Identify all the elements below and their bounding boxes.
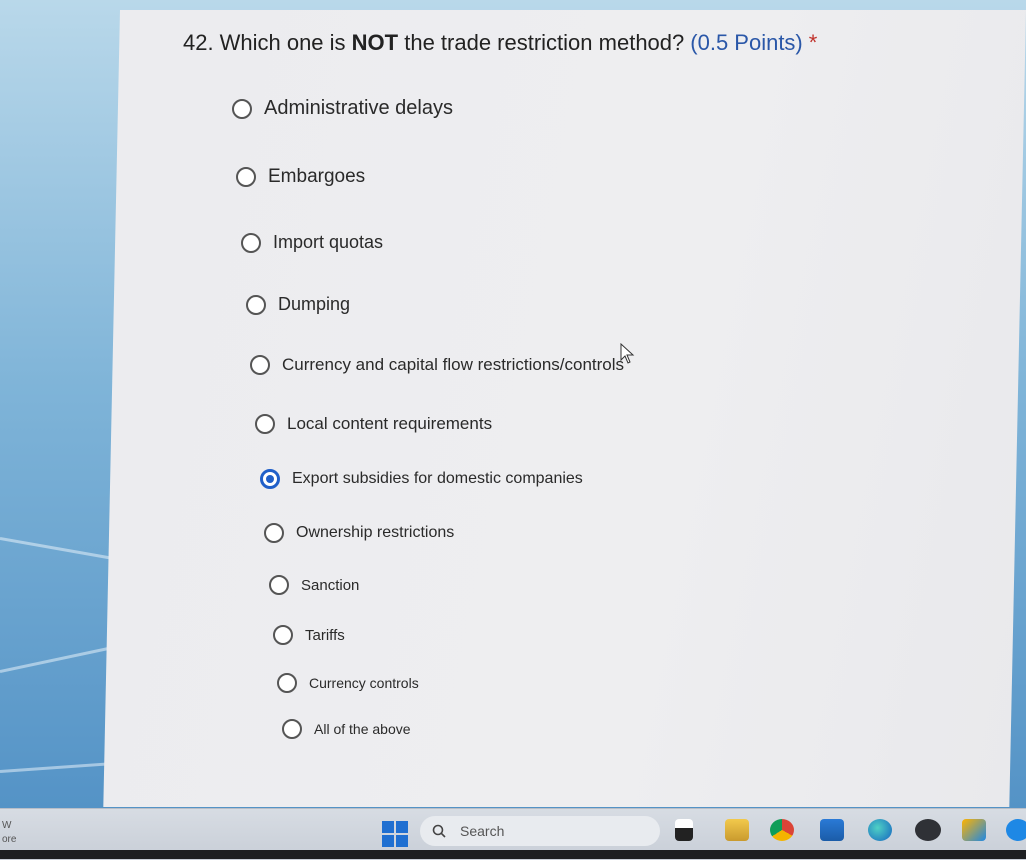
edge-text-bottom: ore xyxy=(2,834,17,845)
option-label: Dumping xyxy=(278,294,351,314)
option-ownership-restrictions[interactable]: Ownership restrictions xyxy=(264,523,454,543)
option-dumping[interactable]: Dumping xyxy=(246,294,350,315)
windows-logo-icon xyxy=(396,821,408,833)
windows-logo-icon xyxy=(382,821,394,833)
edge-icon[interactable] xyxy=(868,819,892,841)
app-icon[interactable] xyxy=(962,819,986,841)
radio-button[interactable] xyxy=(232,98,252,119)
option-import-quotas[interactable]: Import quotas xyxy=(241,232,383,253)
option-currency-capital-flow[interactable]: Currency and capital flow restrictions/c… xyxy=(250,355,624,375)
radio-button[interactable] xyxy=(236,167,256,187)
radio-button[interactable] xyxy=(255,414,275,434)
question-text-before: Which one is xyxy=(219,30,352,55)
option-all-of-the-above[interactable]: All of the above xyxy=(282,719,411,739)
question-emphasis: NOT xyxy=(351,30,399,55)
option-label: Currency and capital flow restrictions/c… xyxy=(282,355,625,374)
option-label: Export subsidies for domestic companies xyxy=(292,470,583,487)
file-explorer-icon[interactable] xyxy=(675,819,693,841)
option-label: Local content requirements xyxy=(287,414,493,433)
option-label: Sanction xyxy=(301,576,360,594)
option-administrative-delays[interactable]: Administrative delays xyxy=(232,97,453,120)
option-label: Administrative delays xyxy=(264,97,453,119)
radio-button-selected[interactable] xyxy=(260,469,280,489)
app-icon-2[interactable] xyxy=(1006,819,1026,841)
search-icon xyxy=(432,824,446,838)
radio-button[interactable] xyxy=(277,673,297,693)
edge-text-top: W xyxy=(2,820,12,831)
option-label: Import quotas xyxy=(273,232,384,252)
question-number: 42. xyxy=(183,30,214,55)
radio-button[interactable] xyxy=(264,523,284,543)
windows-logo-icon xyxy=(382,835,394,847)
start-button[interactable] xyxy=(382,821,408,847)
search-label: Search xyxy=(460,823,505,839)
option-label: Currency controls xyxy=(309,675,419,691)
mouse-cursor-icon xyxy=(620,343,635,364)
dell-icon[interactable] xyxy=(915,819,941,841)
radio-button[interactable] xyxy=(246,294,266,315)
option-embargoes[interactable]: Embargoes xyxy=(236,166,365,188)
option-tariffs[interactable]: Tariffs xyxy=(273,625,345,645)
option-export-subsidies[interactable]: Export subsidies for domestic companies xyxy=(260,469,583,489)
folder-icon[interactable] xyxy=(725,819,749,841)
radio-button[interactable] xyxy=(273,625,293,645)
option-label: Ownership restrictions xyxy=(296,524,455,541)
mail-icon[interactable] xyxy=(820,819,844,841)
option-local-content[interactable]: Local content requirements xyxy=(255,414,492,434)
form-card xyxy=(103,10,1026,807)
question-title: 42. Which one is NOT the trade restrictio… xyxy=(183,30,817,56)
taskbar-edge-text: W ore xyxy=(2,819,16,847)
radio-button[interactable] xyxy=(282,719,302,739)
option-currency-controls[interactable]: Currency controls xyxy=(277,673,419,693)
question-points: (0.5 Points) xyxy=(690,30,803,55)
screen-bezel xyxy=(0,850,1026,859)
option-label: Tariffs xyxy=(305,626,345,644)
radio-button[interactable] xyxy=(269,575,289,595)
chrome-icon[interactable] xyxy=(770,819,794,841)
option-sanction[interactable]: Sanction xyxy=(269,575,359,595)
question-text-after: the trade restriction method? xyxy=(398,30,685,55)
taskbar-search[interactable]: Search xyxy=(420,816,660,846)
option-label: Embargoes xyxy=(268,166,366,187)
required-marker: * xyxy=(808,30,818,55)
windows-logo-icon xyxy=(396,835,408,847)
radio-button[interactable] xyxy=(241,232,261,253)
radio-button[interactable] xyxy=(250,355,270,375)
option-label: All of the above xyxy=(314,721,411,737)
